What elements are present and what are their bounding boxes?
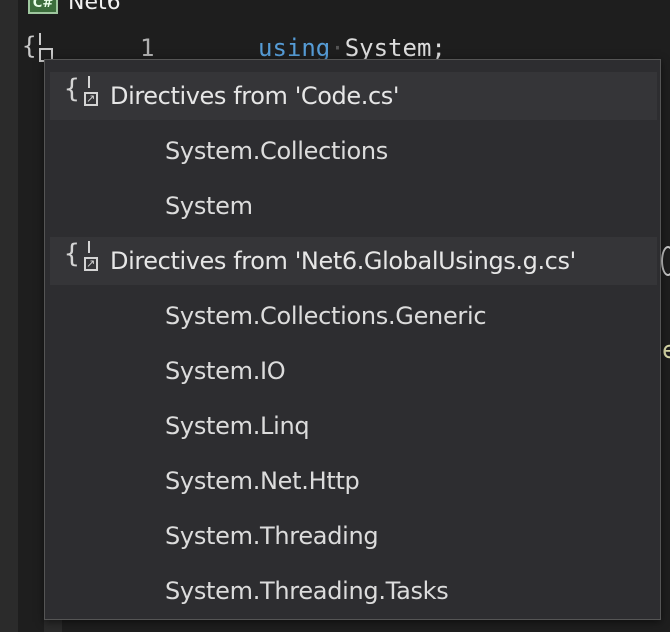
csharp-file-icon: C#	[28, 0, 58, 14]
namespace-name: System;	[344, 34, 446, 62]
partial-code-glyph: e	[662, 336, 670, 364]
using-directives-popup[interactable]: { ↗ Directives from 'Code.cs' System.Col…	[44, 59, 661, 620]
group-header-label: Directives from 'Net6.GlobalUsings.g.cs'	[110, 247, 576, 275]
list-item[interactable]: System.Net.Http	[165, 453, 360, 508]
line-number: 1	[140, 34, 155, 62]
document-tab[interactable]: C# Net6	[28, 0, 121, 18]
tab-label: Net6	[68, 0, 121, 15]
group-header-label: Directives from 'Code.cs'	[110, 82, 400, 110]
list-item[interactable]: System.Linq	[165, 398, 310, 453]
directives-reference-icon: { ↗	[64, 237, 110, 285]
code-line[interactable]: using·System;	[258, 34, 446, 62]
list-item[interactable]: System.Threading	[165, 508, 379, 563]
list-item[interactable]: System.Collections	[165, 123, 388, 178]
list-item[interactable]: System.IO	[165, 343, 286, 398]
list-item[interactable]: System.Threading.Tasks	[165, 563, 449, 618]
list-item[interactable]: System.Collections.Generic	[165, 288, 487, 343]
directives-reference-icon: { ↗	[64, 72, 110, 120]
using-keyword: using	[258, 34, 331, 62]
whitespace-marker: ·	[330, 34, 345, 62]
group-header-global-usings[interactable]: { ↗ Directives from 'Net6.GlobalUsings.g…	[50, 237, 657, 285]
partial-paren-glyph	[661, 246, 670, 276]
list-item[interactable]: System	[165, 178, 253, 233]
editor-left-margin	[0, 0, 18, 632]
gutter-strip	[44, 620, 62, 632]
group-header-code-cs[interactable]: { ↗ Directives from 'Code.cs'	[50, 72, 657, 120]
